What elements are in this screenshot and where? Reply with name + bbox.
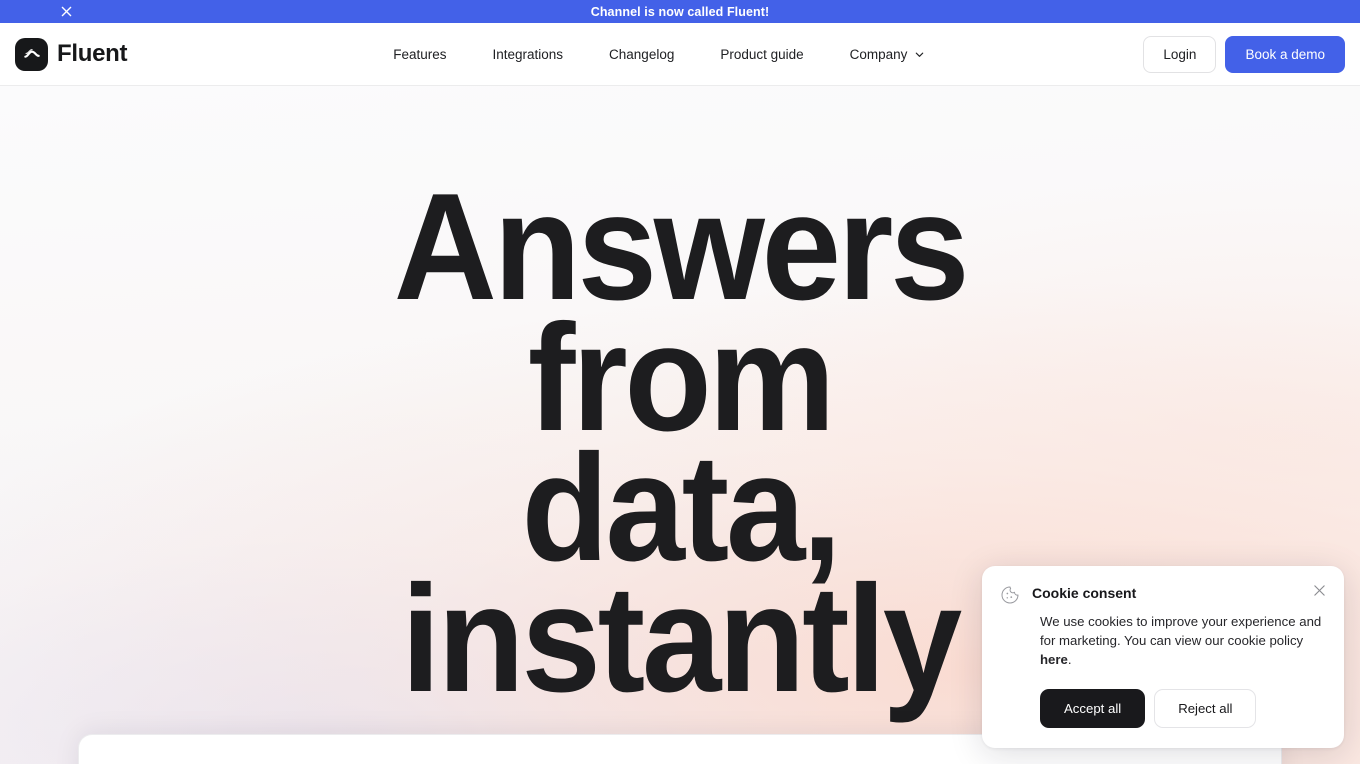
header-actions: Login Book a demo — [1143, 35, 1345, 73]
cookie-policy-link[interactable]: here — [1040, 652, 1068, 667]
hero-section: Answers from data, instantly Self-serve … — [0, 86, 1360, 764]
accept-all-button[interactable]: Accept all — [1040, 689, 1146, 728]
page-title: Answers from data, instantly — [332, 171, 1028, 715]
chevron-down-icon — [916, 52, 924, 57]
fluent-wave-logo-icon — [15, 37, 48, 71]
nav-item-company[interactable]: Company — [827, 39, 949, 70]
nav-item-features[interactable]: Features — [370, 39, 469, 70]
nav-label: Company — [849, 46, 908, 62]
banner-close-icon[interactable] — [58, 4, 74, 20]
nav-label: Product guide — [720, 46, 804, 62]
nav-item-integrations[interactable]: Integrations — [469, 39, 586, 70]
cookie-text-part1: We use cookies to improve your experienc… — [1040, 614, 1322, 648]
cookie-description: We use cookies to improve your experienc… — [1040, 612, 1326, 669]
nav-label: Features — [393, 46, 447, 62]
headline-line-2: data, instantly — [401, 423, 962, 725]
login-button[interactable]: Login — [1143, 35, 1217, 73]
headline-line-1: Answers from — [393, 162, 970, 463]
cookie-text-part2: . — [1067, 652, 1072, 667]
brand-name: Fluent — [57, 40, 128, 67]
cookie-actions: Accept all Reject all — [1040, 689, 1326, 728]
nav-item-product-guide[interactable]: Product guide — [697, 39, 826, 70]
nav-item-changelog[interactable]: Changelog — [586, 39, 697, 70]
brand-logo[interactable]: Fluent — [15, 37, 128, 71]
cookie-header: Cookie consent — [1000, 584, 1326, 605]
announcement-banner: Channel is now called Fluent! — [0, 0, 1360, 23]
banner-text: Channel is now called Fluent! — [590, 4, 770, 19]
reject-all-button[interactable]: Reject all — [1154, 689, 1257, 728]
cookie-consent-dialog: Cookie consent We use cookies to improve… — [982, 566, 1344, 748]
cookie-icon — [1000, 584, 1020, 605]
main-nav: Features Integrations Changelog Product … — [370, 39, 948, 70]
cookie-title: Cookie consent — [1032, 585, 1137, 601]
header-book-demo-button[interactable]: Book a demo — [1225, 35, 1345, 73]
cookie-close-icon[interactable] — [1313, 584, 1326, 597]
site-header: Fluent Features Integrations Changelog P… — [0, 23, 1360, 86]
nav-label: Integrations — [492, 46, 564, 62]
nav-label: Changelog — [609, 46, 675, 62]
